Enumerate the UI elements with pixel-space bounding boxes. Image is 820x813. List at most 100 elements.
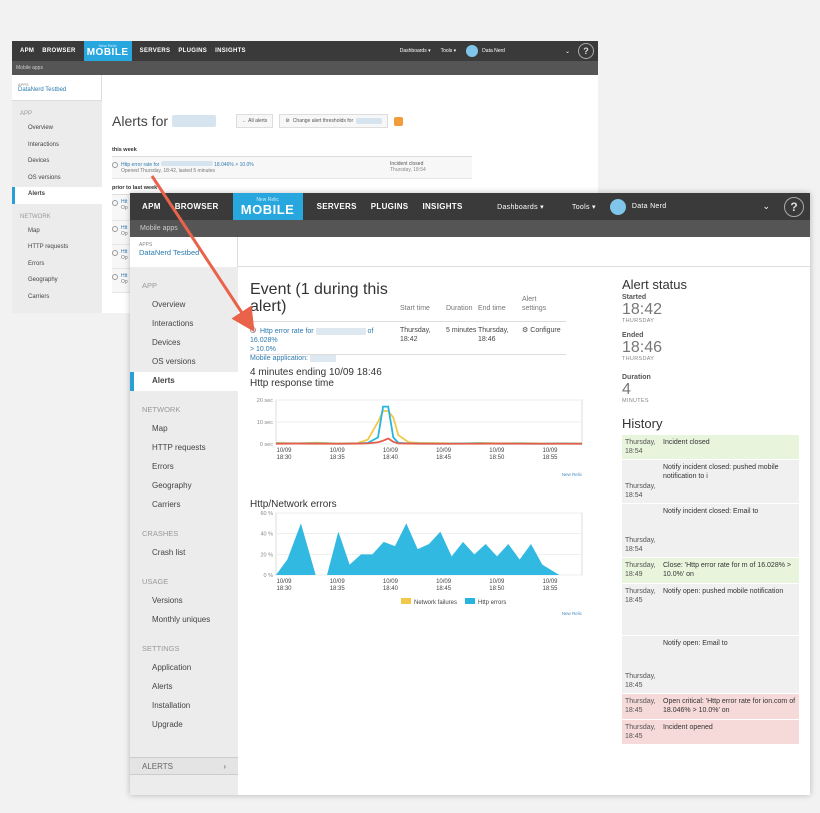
sidebar-item-settings-alerts[interactable]: Alerts [130, 678, 238, 697]
nav-browser[interactable]: BROWSER [42, 48, 75, 54]
x-tick-label-time: 18:40 [383, 586, 399, 592]
app-name: DataNerd Testbed [18, 87, 67, 93]
nav-mobile[interactable]: New Relic MOBILE [83, 41, 132, 61]
sidebar-item-geography[interactable]: Geography [130, 477, 238, 496]
sub-bar[interactable]: Mobile apps [12, 61, 598, 75]
history-time: Thursday, 18:45 [622, 719, 660, 745]
status-icon [112, 200, 118, 206]
nav-plugins[interactable]: PLUGINS [178, 48, 207, 54]
nav-user[interactable]: Data Nerd [482, 48, 505, 54]
history-text: Notify open: pushed mobile notification [660, 583, 799, 636]
nav-dashboards[interactable]: Dashboards ▾ [497, 203, 544, 211]
event-columns: Start time Duration End time Alert setti… [400, 295, 552, 313]
history-text: Notify incident closed: Email to [660, 503, 799, 558]
ended-value: 18:46 [622, 339, 663, 356]
chevron-down-icon[interactable]: ⌄ [565, 48, 570, 55]
x-tick-label: 10/09 [383, 579, 399, 585]
nav-servers[interactable]: SERVERS [140, 48, 171, 54]
list-item[interactable]: Http error rate for 18.046% > 10.0% Open… [112, 157, 472, 179]
sidebar-item-os-versions[interactable]: OS versions [130, 353, 238, 372]
chevron-right-icon: › [223, 762, 226, 771]
legend-swatch [401, 598, 411, 604]
started-value: 18:42 [622, 301, 663, 318]
sidebar-item-errors[interactable]: Errors [12, 257, 102, 274]
configure-button[interactable]: ⚙ Configure [522, 326, 561, 350]
sidebar-item-alerts[interactable]: Alerts [12, 187, 102, 204]
sidebar-item-application[interactable]: Application [130, 659, 238, 678]
event-link-text: Http error rate for [259, 328, 314, 335]
all-alerts-button[interactable]: ← All alerts [236, 114, 274, 128]
status-icon [112, 162, 118, 168]
col-alert-settings: Alert settings [522, 296, 547, 312]
event-link[interactable]: Http error rate for of 16.028% > 10.0% M… [250, 326, 400, 362]
x-tick-label-time: 18:35 [330, 586, 346, 592]
chevron-down-icon[interactable]: ⌄ [762, 201, 770, 212]
nav-apm[interactable]: APM [20, 48, 34, 54]
sidebar-item-map[interactable]: Map [130, 420, 238, 439]
sidebar-item-interactions[interactable]: Interactions [12, 138, 102, 155]
sidebar-item-overview[interactable]: Overview [12, 121, 102, 138]
user-avatar[interactable] [466, 45, 479, 57]
x-tick-label-time: 18:55 [542, 455, 558, 461]
sidebar-item-alerts[interactable]: Alerts [130, 372, 238, 391]
help-icon[interactable]: ? [578, 43, 594, 59]
sidebar-item-map[interactable]: Map [12, 224, 102, 241]
y-tick-label: 0 sec [260, 442, 273, 448]
sidebar-item-overview[interactable]: Overview [130, 296, 238, 315]
history-text: Close: 'Http error rate for m of 16.028%… [660, 557, 799, 584]
app-selector[interactable]: APPS DataNerd Testbed [130, 237, 238, 267]
nav-tools[interactable]: Tools ▾ [572, 203, 596, 211]
nav-servers[interactable]: SERVERS [317, 202, 357, 211]
nav-insights[interactable]: INSIGHTS [422, 202, 462, 211]
sidebar-item-carriers[interactable]: Carriers [12, 290, 102, 307]
rss-icon[interactable] [394, 116, 404, 126]
mobile-app-label: Mobile application: [250, 355, 308, 362]
sidebar-item-upgrade[interactable]: Upgrade [130, 716, 238, 735]
nav-dashboards[interactable]: Dashboards ▾ [400, 48, 431, 54]
change-thresholds-label: Change alert thresholds for [292, 118, 354, 124]
history-row: Thursday, 18:54 Incident closed [622, 435, 799, 460]
sidebar-item-monthly-uniques[interactable]: Monthly uniques [130, 611, 238, 630]
sidebar-item-devices[interactable]: Devices [130, 334, 238, 353]
sidebar-item-devices[interactable]: Devices [12, 154, 102, 171]
sidebar-footer-alerts[interactable]: ALERTS › [130, 757, 238, 775]
started-label: Started [622, 294, 647, 301]
history-text: Incident closed [660, 435, 799, 460]
nav-insights[interactable]: INSIGHTS [215, 48, 246, 54]
sidebar-item-crash-list[interactable]: Crash list [130, 544, 238, 563]
event-detail-window: APM BROWSER New Relic MOBILE SERVERS PLU… [130, 193, 810, 795]
sidebar-item-versions[interactable]: Versions [130, 592, 238, 611]
event-row[interactable]: Http error rate for of 16.028% > 10.0% M… [250, 321, 566, 362]
col-start-time: Start time [400, 305, 430, 312]
ended-day: THURSDAY [622, 356, 655, 362]
sidebar-item-http-requests[interactable]: HTTP requests [130, 439, 238, 458]
help-icon[interactable]: ? [784, 196, 804, 217]
app-selector[interactable]: APPS DataNerd Testbed [12, 75, 102, 101]
x-tick-label: 10/09 [436, 448, 452, 454]
user-avatar[interactable] [609, 198, 626, 215]
x-tick-label: 10/09 [436, 579, 452, 585]
sidebar-item-interactions[interactable]: Interactions [130, 315, 238, 334]
nav-tools[interactable]: Tools ▾ [441, 48, 457, 54]
history-row: Thursday, 18:45 Notify open: Email to [622, 635, 799, 694]
sidebar-item-carriers[interactable]: Carriers [130, 496, 238, 515]
sub-bar[interactable]: Mobile apps [130, 220, 810, 237]
sidebar-item-errors[interactable]: Errors [130, 458, 238, 477]
page-title: Alerts for ← All alerts ⚙ Change alert t… [112, 113, 472, 129]
sidebar-item-os-versions[interactable]: OS versions [12, 171, 102, 188]
nav-plugins[interactable]: PLUGINS [371, 202, 409, 211]
nav-user[interactable]: Data Nerd [632, 203, 667, 210]
history-row: Thursday, 18:45 Incident opened [622, 719, 799, 745]
nav-mobile[interactable]: New Relic MOBILE [232, 193, 303, 220]
history-time: Thursday, 18:54 [622, 459, 660, 504]
ended-label: Ended [622, 332, 644, 339]
sidebar-item-installation[interactable]: Installation [130, 697, 238, 716]
nav-apm[interactable]: APM [142, 202, 161, 211]
x-tick-label: 10/09 [542, 579, 558, 585]
nav-browser[interactable]: BROWSER [175, 202, 219, 211]
x-tick-label-time: 18:50 [489, 455, 505, 461]
change-thresholds-button[interactable]: ⚙ Change alert thresholds for [279, 114, 389, 128]
sidebar-item-http-requests[interactable]: HTTP requests [12, 240, 102, 257]
sidebar: APP Overview Interactions Devices OS ver… [130, 267, 238, 795]
sidebar-item-geography[interactable]: Geography [12, 273, 102, 290]
